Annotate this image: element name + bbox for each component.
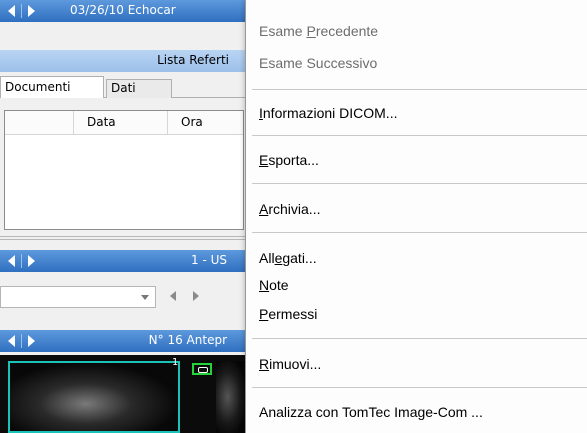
report-list-header: Lista Referti [0, 50, 245, 72]
page-previous-icon[interactable] [170, 291, 176, 301]
report-list-title: Lista Referti [157, 53, 229, 67]
menu-item-analizza-tomtec[interactable]: Analizza con TomTec Image-Com ... [259, 404, 483, 420]
previous-arrow-icon[interactable] [8, 255, 15, 267]
preview-title: N° 16 Antepr [148, 333, 227, 347]
menu-item-accelerator: N [259, 277, 270, 293]
menu-item-accelerator: R [259, 356, 270, 372]
menu-item-esame-successivo[interactable]: Esame Successivo [259, 55, 377, 71]
series-dropdown[interactable] [0, 286, 156, 308]
menu-item-text: nformazioni DICOM... [262, 105, 398, 121]
preview-header: N° 16 Antepr [0, 330, 245, 352]
menu-item-rimuovi[interactable]: Rimuovi... [259, 356, 321, 372]
menu-item-text: Analizza con TomTec Image-Com ... [259, 404, 483, 420]
tab-documenti[interactable]: Documenti [0, 76, 104, 98]
next-arrow-icon[interactable] [28, 335, 35, 347]
menu-item-permessi[interactable]: Permessi [259, 306, 317, 322]
column-divider [167, 111, 168, 135]
menu-item-text: Esame [259, 23, 307, 39]
menu-item-text: All [259, 250, 275, 266]
menu-separator [252, 387, 587, 388]
menu-item-accelerator: P [306, 23, 316, 39]
context-menu: Esame Precedente Esame Successivo Inform… [245, 0, 587, 433]
series-header: 1 - US [0, 250, 245, 272]
nav-divider [21, 4, 22, 18]
ultrasound-thumbnail[interactable] [8, 361, 180, 433]
menu-item-esporta[interactable]: Esporta... [259, 152, 319, 168]
nav-divider [21, 334, 22, 348]
menu-item-accelerator: E [259, 152, 269, 168]
left-panel: 03/26/10 Echocar Lista Referti Documenti… [0, 0, 245, 433]
tab-bar: Documenti Dati [0, 76, 245, 98]
menu-item-esame-precedente[interactable]: Esame Precedente [259, 23, 378, 39]
menu-item-accelerator: A [259, 201, 269, 217]
column-header-ora[interactable]: Ora [181, 115, 203, 129]
thumbnail-number: 1 [172, 357, 179, 368]
menu-item-text: ermessi [268, 306, 318, 322]
menu-item-text: sporta... [268, 152, 319, 168]
menu-item-text: imuovi... [269, 356, 322, 372]
next-arrow-icon[interactable] [28, 255, 35, 267]
menu-item-informazioni-dicom[interactable]: Informazioni DICOM... [259, 105, 397, 121]
panel-splitter[interactable] [0, 236, 245, 240]
nav-divider [21, 254, 22, 268]
next-arrow-icon[interactable] [28, 5, 35, 17]
video-clip-icon [192, 363, 212, 375]
column-divider [73, 111, 74, 135]
menu-separator [252, 135, 587, 136]
menu-item-text: recedente [315, 23, 379, 39]
documents-table[interactable]: Data Ora [4, 110, 244, 230]
menu-item-allegati[interactable]: Allegati... [259, 250, 317, 266]
menu-item-text: ote [269, 277, 289, 293]
menu-item-text: rchivia... [268, 201, 321, 217]
column-header-data[interactable]: Data [87, 115, 116, 129]
ultrasound-thumbnail[interactable] [216, 361, 245, 433]
menu-separator [252, 232, 587, 233]
thumbnail-strip: 1 [0, 355, 245, 433]
page-next-icon[interactable] [193, 291, 199, 301]
chevron-down-icon[interactable] [141, 295, 149, 300]
exam-title: 03/26/10 Echocar [70, 3, 176, 17]
menu-separator [252, 183, 587, 184]
menu-item-note[interactable]: Note [259, 277, 289, 293]
table-header: Data Ora [5, 111, 243, 135]
series-title: 1 - US [191, 253, 227, 267]
menu-item-archivia[interactable]: Archivia... [259, 201, 320, 217]
tab-dati[interactable]: Dati [106, 79, 172, 98]
menu-separator [252, 338, 587, 339]
menu-item-text: Esame Successivo [259, 55, 378, 71]
menu-separator [252, 89, 587, 90]
previous-arrow-icon[interactable] [8, 5, 15, 17]
menu-item-text: gati... [282, 250, 317, 266]
previous-arrow-icon[interactable] [8, 335, 15, 347]
menu-item-accelerator: P [259, 306, 269, 322]
exam-header: 03/26/10 Echocar [0, 0, 245, 22]
